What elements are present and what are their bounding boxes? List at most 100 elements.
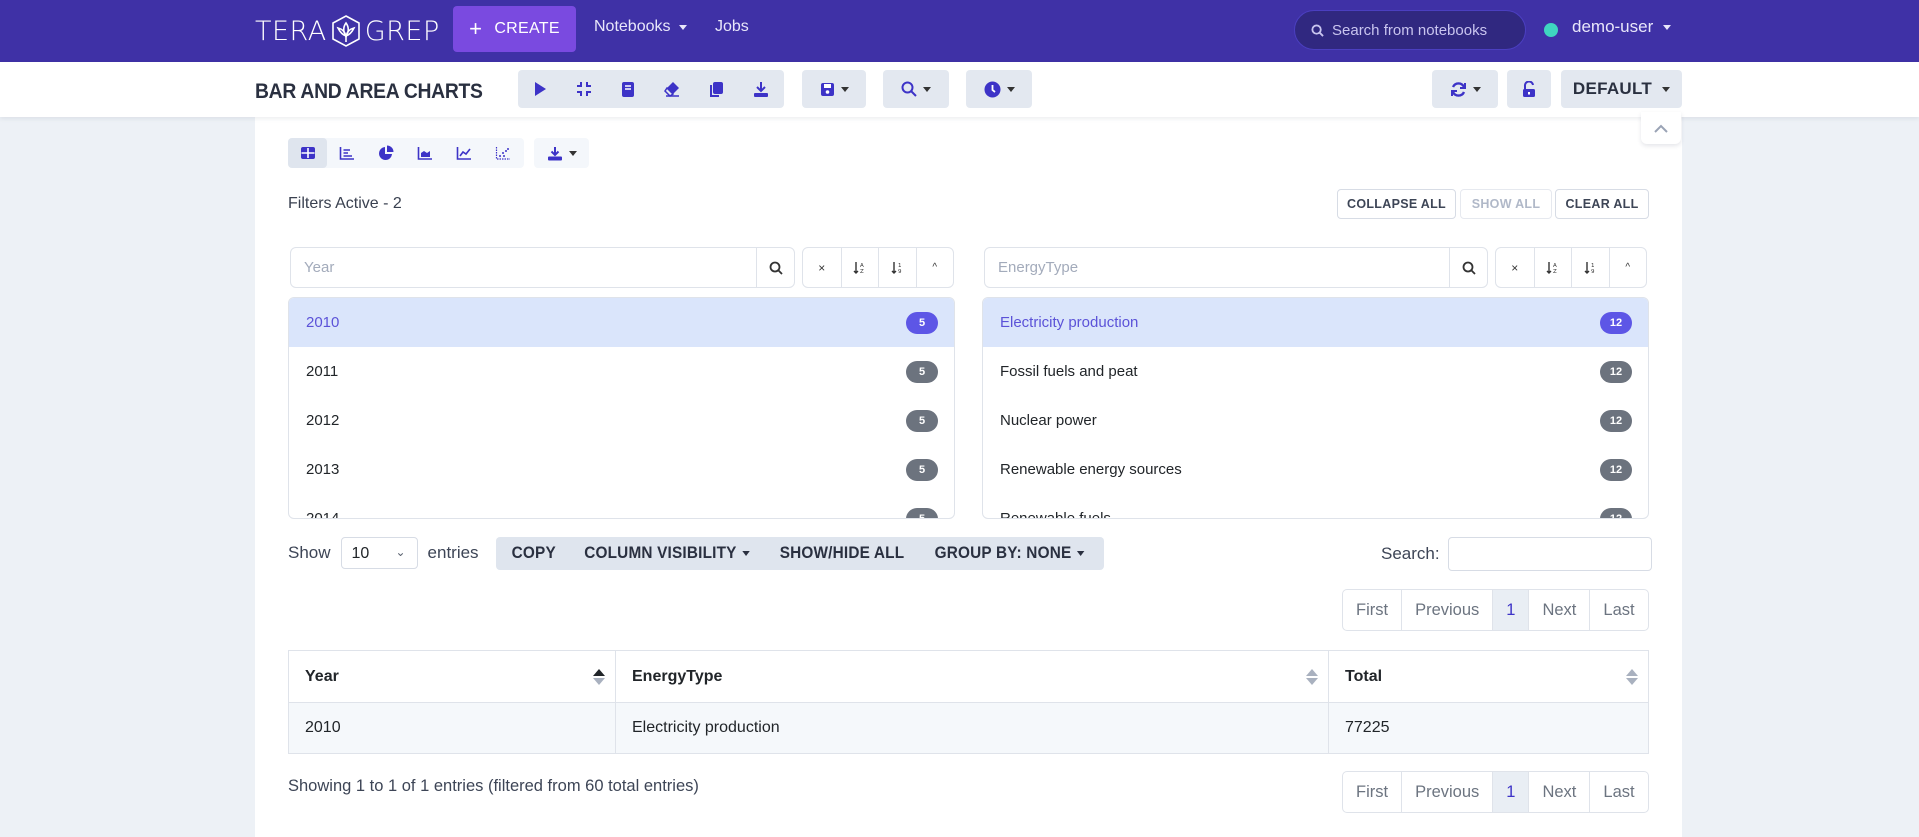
previous-page-button[interactable]: Previous [1401,590,1492,630]
page-1-button[interactable]: 1 [1492,590,1529,630]
next-page-button[interactable]: Next [1528,772,1589,812]
search-icon [769,261,783,275]
collapse-filter-button[interactable]: ^ [915,248,954,287]
sort-alpha-button[interactable]: AZ [840,248,879,287]
table-search-input[interactable] [1447,537,1652,571]
energytype-filter-input[interactable] [985,248,1449,287]
show-all-button[interactable]: SHOW ALL [1460,189,1552,219]
scatter-chart-button[interactable] [483,138,522,168]
copy-button[interactable]: COPY [502,537,565,570]
jobs-link[interactable]: Jobs [715,18,749,36]
filter-item[interactable]: Fossil fuels and peat 12 [983,347,1648,396]
save-dropdown-button[interactable] [802,70,866,108]
page-length-control: Show 10 ⌄ entries [288,537,479,569]
clear-all-button[interactable]: CLEAR ALL [1555,189,1649,219]
table-row[interactable]: 2010 Electricity production 77225 [288,702,1649,754]
area-chart-button[interactable] [405,138,444,168]
download-button[interactable] [738,70,784,108]
filter-item-label: Renewable fuels [1000,510,1111,519]
count-badge: 5 [906,360,938,383]
notebook-search[interactable] [1294,10,1526,50]
year-filter-list[interactable]: 2010 5 2011 5 2012 5 2013 5 2014 5 [288,297,955,519]
year-search-button[interactable] [756,248,794,287]
book-button[interactable] [606,70,650,108]
filter-item-label: 2014 [306,510,340,519]
close-icon: × [818,260,826,275]
cell-year: 2010 [288,702,616,754]
caret-down-icon [1006,86,1015,92]
first-page-button[interactable]: First [1343,772,1401,812]
page-1-button[interactable]: 1 [1492,772,1529,812]
year-filter-controls: × AZ 19 ^ [802,247,954,288]
filter-item[interactable]: 2010 5 [289,298,954,347]
schedule-menu[interactable] [966,70,1032,108]
compress-button[interactable] [562,70,606,108]
refresh-menu[interactable] [1432,70,1498,108]
first-page-button[interactable]: First [1343,590,1401,630]
table-view-button[interactable] [288,138,327,168]
filter-item-label: 2010 [306,314,340,331]
column-header-energytype[interactable]: EnergyType [615,650,1329,703]
chevron-up-icon [1654,124,1668,133]
last-page-button[interactable]: Last [1589,590,1647,630]
user-menu[interactable]: demo-user [1572,17,1672,37]
layout-dropdown-button[interactable]: DEFAULT [1561,70,1682,108]
caret-down-icon [678,24,687,30]
collapse-all-button[interactable]: COLLAPSE ALL [1337,189,1456,219]
previous-page-button[interactable]: Previous [1401,772,1492,812]
filter-item[interactable]: Renewable energy sources 12 [983,445,1648,494]
column-visibility-button[interactable]: COLUMN VISIBILITY [574,537,758,570]
create-button[interactable]: + CREATE [453,6,576,52]
year-filter-input[interactable] [291,248,756,287]
export-dropdown-button[interactable] [534,138,589,168]
filter-item[interactable]: 2013 5 [289,445,954,494]
refresh-dropdown-button[interactable] [1432,70,1498,108]
cell-energytype: Electricity production [615,702,1329,754]
column-header-year[interactable]: Year [288,650,616,703]
clear-output-button[interactable] [650,70,694,108]
energytype-search-button[interactable] [1449,248,1487,287]
notebook-search-input[interactable] [1332,21,1512,39]
schedule-dropdown-button[interactable] [966,70,1032,108]
filter-item[interactable]: 2014 5 [289,494,954,519]
run-button[interactable] [518,70,562,108]
last-page-button[interactable]: Last [1589,772,1647,812]
filter-item[interactable]: 2011 5 [289,347,954,396]
save-menu[interactable] [802,70,866,108]
search-menu[interactable] [883,70,949,108]
group-by-button[interactable]: GROUP BY: NONE [926,537,1094,570]
sort-alpha-button[interactable]: AZ [1533,248,1572,287]
export-menu[interactable] [534,138,589,168]
collapse-toolbar-button[interactable] [1641,112,1681,144]
caret-down-icon [568,150,577,156]
search-icon [1462,261,1476,275]
lock-toggle[interactable] [1507,70,1551,108]
search-dropdown-button[interactable] [883,70,949,108]
show-hide-all-button[interactable]: SHOW/HIDE ALL [771,537,914,570]
caret-down-icon [741,551,750,556]
notebooks-menu[interactable]: Notebooks [594,18,687,36]
page-length-select[interactable]: 10 [340,537,418,569]
energytype-filter-list[interactable]: Electricity production 12 Fossil fuels an… [982,297,1649,519]
pie-chart-button[interactable] [366,138,405,168]
layout-menu[interactable]: DEFAULT [1561,70,1682,108]
table-search: Search: [1381,537,1652,571]
clear-filter-button[interactable]: × [803,248,841,287]
sort-numeric-button[interactable]: 19 [878,248,916,287]
filter-item[interactable]: Nuclear power 12 [983,396,1648,445]
bar-chart-button[interactable] [327,138,366,168]
next-page-button[interactable]: Next [1528,590,1589,630]
line-chart-button[interactable] [444,138,483,168]
clear-filter-button[interactable]: × [1496,248,1534,287]
collapse-filter-button[interactable]: ^ [1608,248,1647,287]
column-header-total[interactable]: Total [1328,650,1649,703]
filter-item[interactable]: Renewable fuels 12 [983,494,1648,519]
brand-logo[interactable]: TERA GREP [255,14,440,48]
copy-icon [710,81,723,97]
copy-button[interactable] [694,70,738,108]
filter-item[interactable]: Electricity production 12 [983,298,1648,347]
filter-item[interactable]: 2012 5 [289,396,954,445]
unlock-button[interactable] [1507,70,1551,108]
visualization-selector [288,138,524,168]
sort-numeric-button[interactable]: 19 [1571,248,1609,287]
